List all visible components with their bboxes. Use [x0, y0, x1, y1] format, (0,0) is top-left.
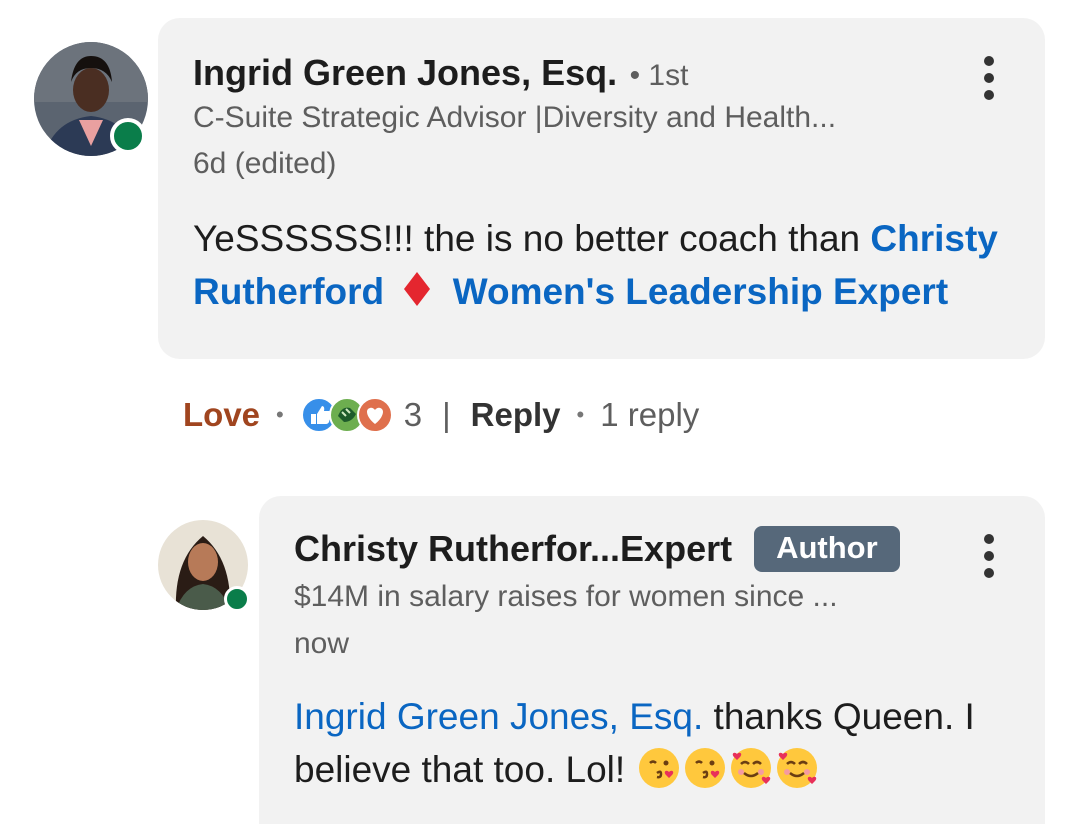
smiling-face-hearts-icon — [731, 748, 772, 788]
comment-text-lead: YeSSSSSS!!! the is no better coach than — [193, 218, 871, 259]
love-icon — [356, 397, 393, 433]
mention-christy-link[interactable]: Christy — [870, 218, 997, 259]
reply-count-link[interactable]: 1 reply — [600, 396, 699, 434]
comment-bubble: Ingrid Green Jones, Esq. • 1st C-Suite S… — [158, 18, 1045, 359]
comment-author-name[interactable]: Ingrid Green Jones, Esq. — [193, 52, 617, 93]
kissing-face-heart-icon — [639, 748, 680, 788]
online-status-indicator — [110, 118, 146, 154]
kissing-face-heart-icon — [685, 748, 726, 788]
reply-timestamp: now — [294, 627, 350, 660]
reply-bubble: Christy Rutherfor...Expert Author $14M in… — [259, 496, 1045, 824]
separator-dot: • — [276, 402, 284, 427]
online-status-indicator-reply — [224, 586, 250, 612]
mention-ingrid-link[interactable]: Ingrid Green Jones, Esq. — [294, 696, 703, 737]
reaction-icons-group[interactable] — [300, 396, 394, 434]
comment-timestamp: 6d (edited) — [193, 147, 337, 180]
reply-more-options-icon[interactable] — [979, 534, 999, 578]
mention-womens-leadership-link[interactable]: Women's Leadership Expert — [453, 271, 948, 312]
reaction-count[interactable]: 3 — [404, 396, 422, 434]
comment-text: YeSSSSSS!!! the is no better coach than … — [193, 212, 1023, 318]
love-reaction-button[interactable]: Love — [183, 396, 260, 434]
reply-button[interactable]: Reply — [471, 396, 561, 434]
red-diamond-icon — [404, 267, 431, 306]
comment-more-options-icon[interactable] — [979, 56, 999, 100]
mention-rutherford-link[interactable]: Rutherford — [193, 271, 384, 312]
reply-author-headline: $14M in salary raises for women since ..… — [294, 580, 838, 613]
reply-author-name[interactable]: Christy Rutherfor...Expert — [294, 528, 732, 569]
author-badge: Author — [754, 526, 900, 572]
comment-actions-bar: Love • 3 | Reply • 1 reply — [183, 396, 699, 434]
reply-text-a: thanks Queen. I — [703, 696, 975, 737]
connection-degree: • 1st — [629, 59, 689, 92]
reply-text-b: believe that too. Lol! — [294, 749, 626, 790]
actions-divider: | — [442, 396, 451, 433]
reply-text: Ingrid Green Jones, Esq. thanks Queen. I… — [294, 690, 1034, 796]
separator-dot-2: • — [576, 402, 585, 427]
comment-author-headline: C-Suite Strategic Advisor |Diversity and… — [193, 101, 837, 134]
smiling-face-hearts-icon — [777, 748, 818, 788]
